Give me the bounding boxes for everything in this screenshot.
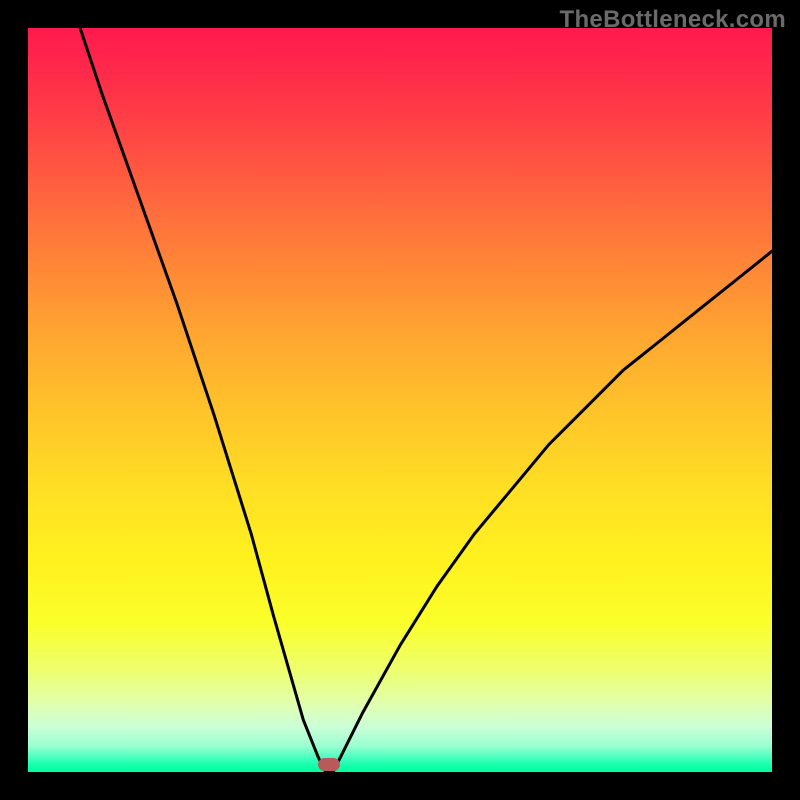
watermark-text: TheBottleneck.com bbox=[560, 6, 786, 34]
optimum-marker bbox=[318, 758, 340, 771]
bottleneck-curve bbox=[28, 28, 772, 772]
chart-frame: TheBottleneck.com bbox=[0, 0, 800, 800]
